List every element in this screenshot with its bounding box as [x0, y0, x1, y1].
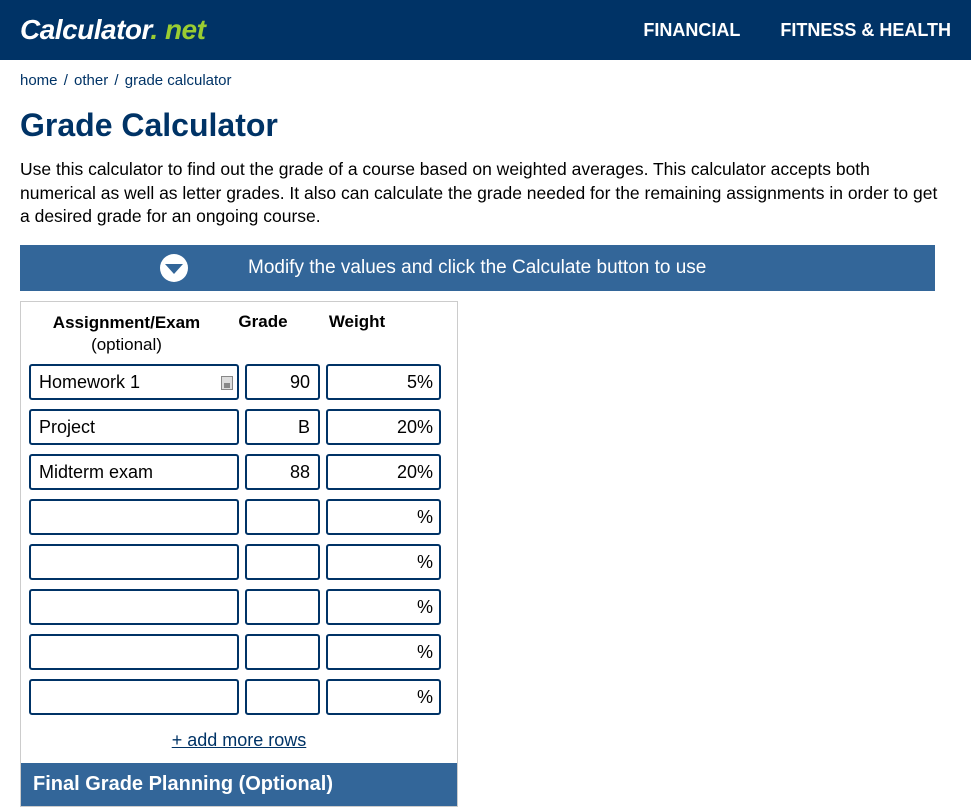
header-weight: Weight	[302, 312, 412, 356]
weight-input-wrap: %	[326, 544, 441, 580]
table-row: %	[29, 679, 449, 715]
chevron-down-icon[interactable]	[160, 254, 188, 282]
weight-input[interactable]	[332, 501, 417, 533]
table-row: %	[29, 364, 449, 400]
weight-input[interactable]	[332, 546, 417, 578]
intro-text: Use this calculator to find out the grad…	[20, 158, 940, 229]
weight-input-wrap: %	[326, 679, 441, 715]
assignment-input[interactable]	[29, 499, 239, 535]
breadcrumb-other[interactable]: other	[74, 72, 108, 89]
weight-input-wrap: %	[326, 634, 441, 670]
instruction-text: Modify the values and click the Calculat…	[248, 257, 706, 279]
table-row: %	[29, 499, 449, 535]
table-row: %	[29, 544, 449, 580]
logo-suffix: net	[158, 14, 206, 45]
nav-financial[interactable]: FINANCIAL	[643, 20, 740, 41]
logo-dot: .	[150, 14, 157, 45]
instruction-bar: Modify the values and click the Calculat…	[20, 245, 935, 291]
table-row: %	[29, 409, 449, 445]
grade-input[interactable]	[245, 364, 320, 400]
weight-input-wrap: %	[326, 364, 441, 400]
percent-symbol: %	[417, 417, 433, 438]
calculator-panel: Assignment/Exam (optional) Grade Weight …	[20, 301, 458, 807]
nav-fitness-health[interactable]: FITNESS & HEALTH	[780, 20, 951, 41]
weight-input[interactable]	[332, 636, 417, 668]
grade-input[interactable]	[245, 454, 320, 490]
header-assignment: Assignment/Exam (optional)	[29, 312, 224, 356]
percent-symbol: %	[417, 372, 433, 393]
percent-symbol: %	[417, 597, 433, 618]
percent-symbol: %	[417, 462, 433, 483]
assignment-input[interactable]	[29, 679, 239, 715]
weight-input[interactable]	[332, 591, 417, 623]
add-more-rows-wrap: + add more rows	[29, 724, 449, 763]
percent-symbol: %	[417, 642, 433, 663]
percent-symbol: %	[417, 507, 433, 528]
table-row: %	[29, 454, 449, 490]
page-title: Grade Calculator	[20, 107, 951, 144]
weight-input[interactable]	[332, 366, 417, 398]
autofill-icon[interactable]	[221, 376, 233, 390]
weight-input[interactable]	[332, 411, 417, 443]
assignment-input[interactable]	[29, 409, 239, 445]
weight-input[interactable]	[332, 456, 417, 488]
weight-input-wrap: %	[326, 454, 441, 490]
grade-input[interactable]	[245, 634, 320, 670]
weight-input-wrap: %	[326, 499, 441, 535]
grade-input[interactable]	[245, 679, 320, 715]
table-row: %	[29, 589, 449, 625]
breadcrumb-current[interactable]: grade calculator	[125, 72, 232, 89]
table-header-row: Assignment/Exam (optional) Grade Weight	[29, 312, 449, 356]
assignment-input[interactable]	[29, 364, 239, 400]
grade-input[interactable]	[245, 499, 320, 535]
site-header: Calculator. net FINANCIAL FITNESS & HEAL…	[0, 0, 971, 60]
percent-symbol: %	[417, 552, 433, 573]
weight-input-wrap: %	[326, 409, 441, 445]
weight-input[interactable]	[332, 681, 417, 713]
breadcrumb-sep: /	[64, 72, 68, 89]
top-nav: FINANCIAL FITNESS & HEALTH	[643, 20, 951, 41]
table-row: %	[29, 634, 449, 670]
site-logo[interactable]: Calculator. net	[20, 14, 205, 46]
weight-input-wrap: %	[326, 589, 441, 625]
header-assignment-text: Assignment/Exam	[53, 313, 200, 332]
header-optional-text: (optional)	[29, 334, 224, 356]
assignment-input[interactable]	[29, 634, 239, 670]
assignment-input[interactable]	[29, 544, 239, 580]
header-grade: Grade	[224, 312, 302, 356]
assignment-input[interactable]	[29, 454, 239, 490]
add-more-rows-link[interactable]: + add more rows	[172, 730, 307, 750]
grade-input[interactable]	[245, 589, 320, 625]
grade-input[interactable]	[245, 409, 320, 445]
page-content: home / other / grade calculator Grade Ca…	[0, 60, 971, 807]
logo-prefix: Calculator	[20, 14, 150, 45]
final-grade-planning-header: Final Grade Planning (Optional)	[21, 763, 457, 806]
grade-input[interactable]	[245, 544, 320, 580]
breadcrumb-sep: /	[114, 72, 118, 89]
percent-symbol: %	[417, 687, 433, 708]
breadcrumb: home / other / grade calculator	[20, 72, 951, 89]
assignment-input[interactable]	[29, 589, 239, 625]
breadcrumb-home[interactable]: home	[20, 72, 58, 89]
